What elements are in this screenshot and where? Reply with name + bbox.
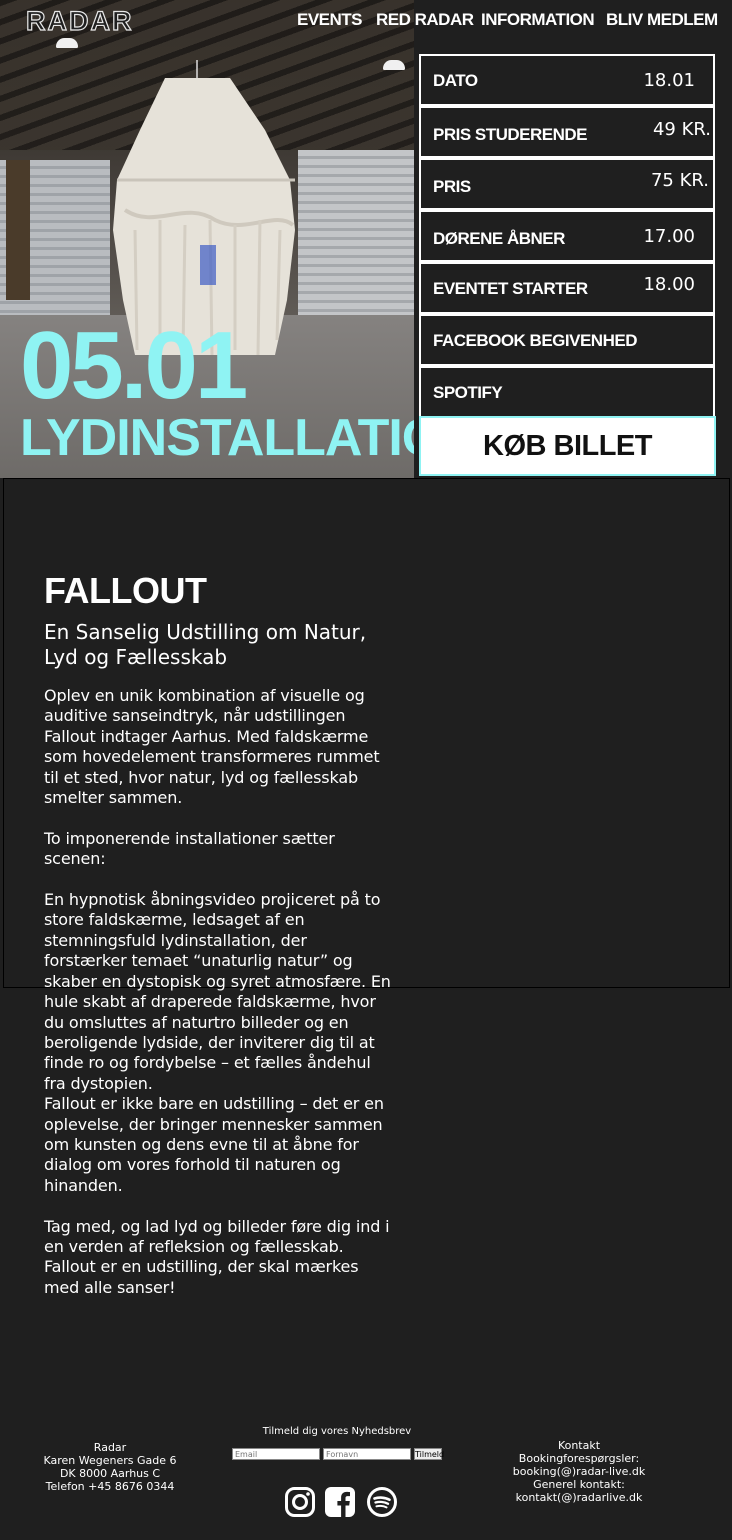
facebook-event-link[interactable]: FACEBOOK BEGIVENHED [419, 314, 715, 366]
info-value: 75 KR. [650, 170, 709, 191]
hero-title: LYDINSTALLATION [20, 409, 414, 467]
event-article: FALLOUT En Sanselig Udstilling om Natur,… [44, 570, 394, 1298]
instagram-icon[interactable] [284, 1486, 316, 1518]
info-row-doors-open: DØRENE ÅBNER 17.00 [419, 210, 715, 262]
info-label: SPOTIFY [433, 383, 503, 402]
article-subtitle: En Sanselig Udstilling om Natur, Lyd og … [44, 620, 367, 669]
venue-phone[interactable]: Telefon +45 8676 0344 [30, 1480, 190, 1493]
buy-ticket-button[interactable]: KØB BILLET [419, 416, 716, 476]
newsletter-submit-button[interactable]: Tilmeld [414, 1448, 444, 1460]
nav-item-events[interactable]: EVENTS [297, 10, 363, 30]
contact-title: Kontakt [557, 1439, 601, 1452]
info-label: DATO [433, 71, 478, 90]
footer-contact: Kontakt Bookingforespørgsler: booking(@)… [470, 1439, 688, 1504]
newsletter-name-input[interactable] [323, 1448, 411, 1460]
nav-item-information[interactable]: INFORMATION [481, 10, 595, 30]
ceiling-lamp [56, 38, 78, 48]
info-value: 49 KR. [652, 119, 711, 140]
footer-address: Radar Karen Wegeners Gade 6 DK 8000 Aarh… [30, 1441, 190, 1493]
newsletter-title: Tilmeld dig vores Nyhedsbrev [262, 1426, 412, 1437]
spotify-link[interactable]: SPOTIFY [419, 366, 715, 418]
info-label: DØRENE ÅBNER [433, 229, 565, 248]
info-label: FACEBOOK BEGIVENHED [433, 331, 637, 350]
booking-contact[interactable]: Bookingforespørgsler: booking(@)radar-li… [470, 1452, 688, 1478]
info-label: PRIS [433, 177, 471, 196]
info-value: 18.01 [643, 70, 695, 91]
info-row-price: PRIS 75 KR. [419, 158, 715, 210]
nav-item-bliv-medlem[interactable]: BLIV MEDLEM [606, 10, 718, 30]
facebook-icon[interactable] [324, 1486, 356, 1518]
hero-garage-door-right [298, 150, 414, 315]
info-label: PRIS STUDERENDE [433, 125, 588, 144]
social-links [284, 1486, 400, 1518]
main-nav: EVENTS RED RADAR INFORMATION BLIV MEDLEM [0, 10, 732, 32]
newsletter-email-input[interactable] [232, 1448, 320, 1460]
info-label: EVENTET STARTER [433, 279, 588, 298]
general-contact[interactable]: Generel kontakt: kontakt(@)radarlive.dk [470, 1478, 688, 1504]
spotify-icon[interactable] [366, 1486, 398, 1518]
newsletter-form: Tilmeld [232, 1448, 444, 1462]
info-row-event-starts: EVENTET STARTER 18.00 [419, 262, 715, 314]
ceiling-lamp [383, 60, 405, 70]
venue-street: Karen Wegeners Gade 6 [43, 1454, 177, 1467]
venue-city: DK 8000 Aarhus C [59, 1467, 161, 1480]
article-title: FALLOUT [44, 570, 207, 611]
info-value: 17.00 [643, 226, 695, 247]
hero-date: 05.01 [20, 312, 248, 419]
info-row-price-student: PRIS STUDERENDE 49 KR. [419, 106, 715, 158]
hero-image: 05.01 LYDINSTALLATION [0, 0, 414, 478]
article-body: Oplev en unik kombination af visuelle og… [44, 686, 391, 1297]
info-row-date: DATO 18.01 [419, 54, 715, 106]
venue-name: Radar [93, 1441, 127, 1454]
info-value: 18.00 [643, 274, 695, 295]
nav-item-red-radar[interactable]: RED RADAR [376, 10, 474, 30]
hero-post [6, 160, 30, 300]
